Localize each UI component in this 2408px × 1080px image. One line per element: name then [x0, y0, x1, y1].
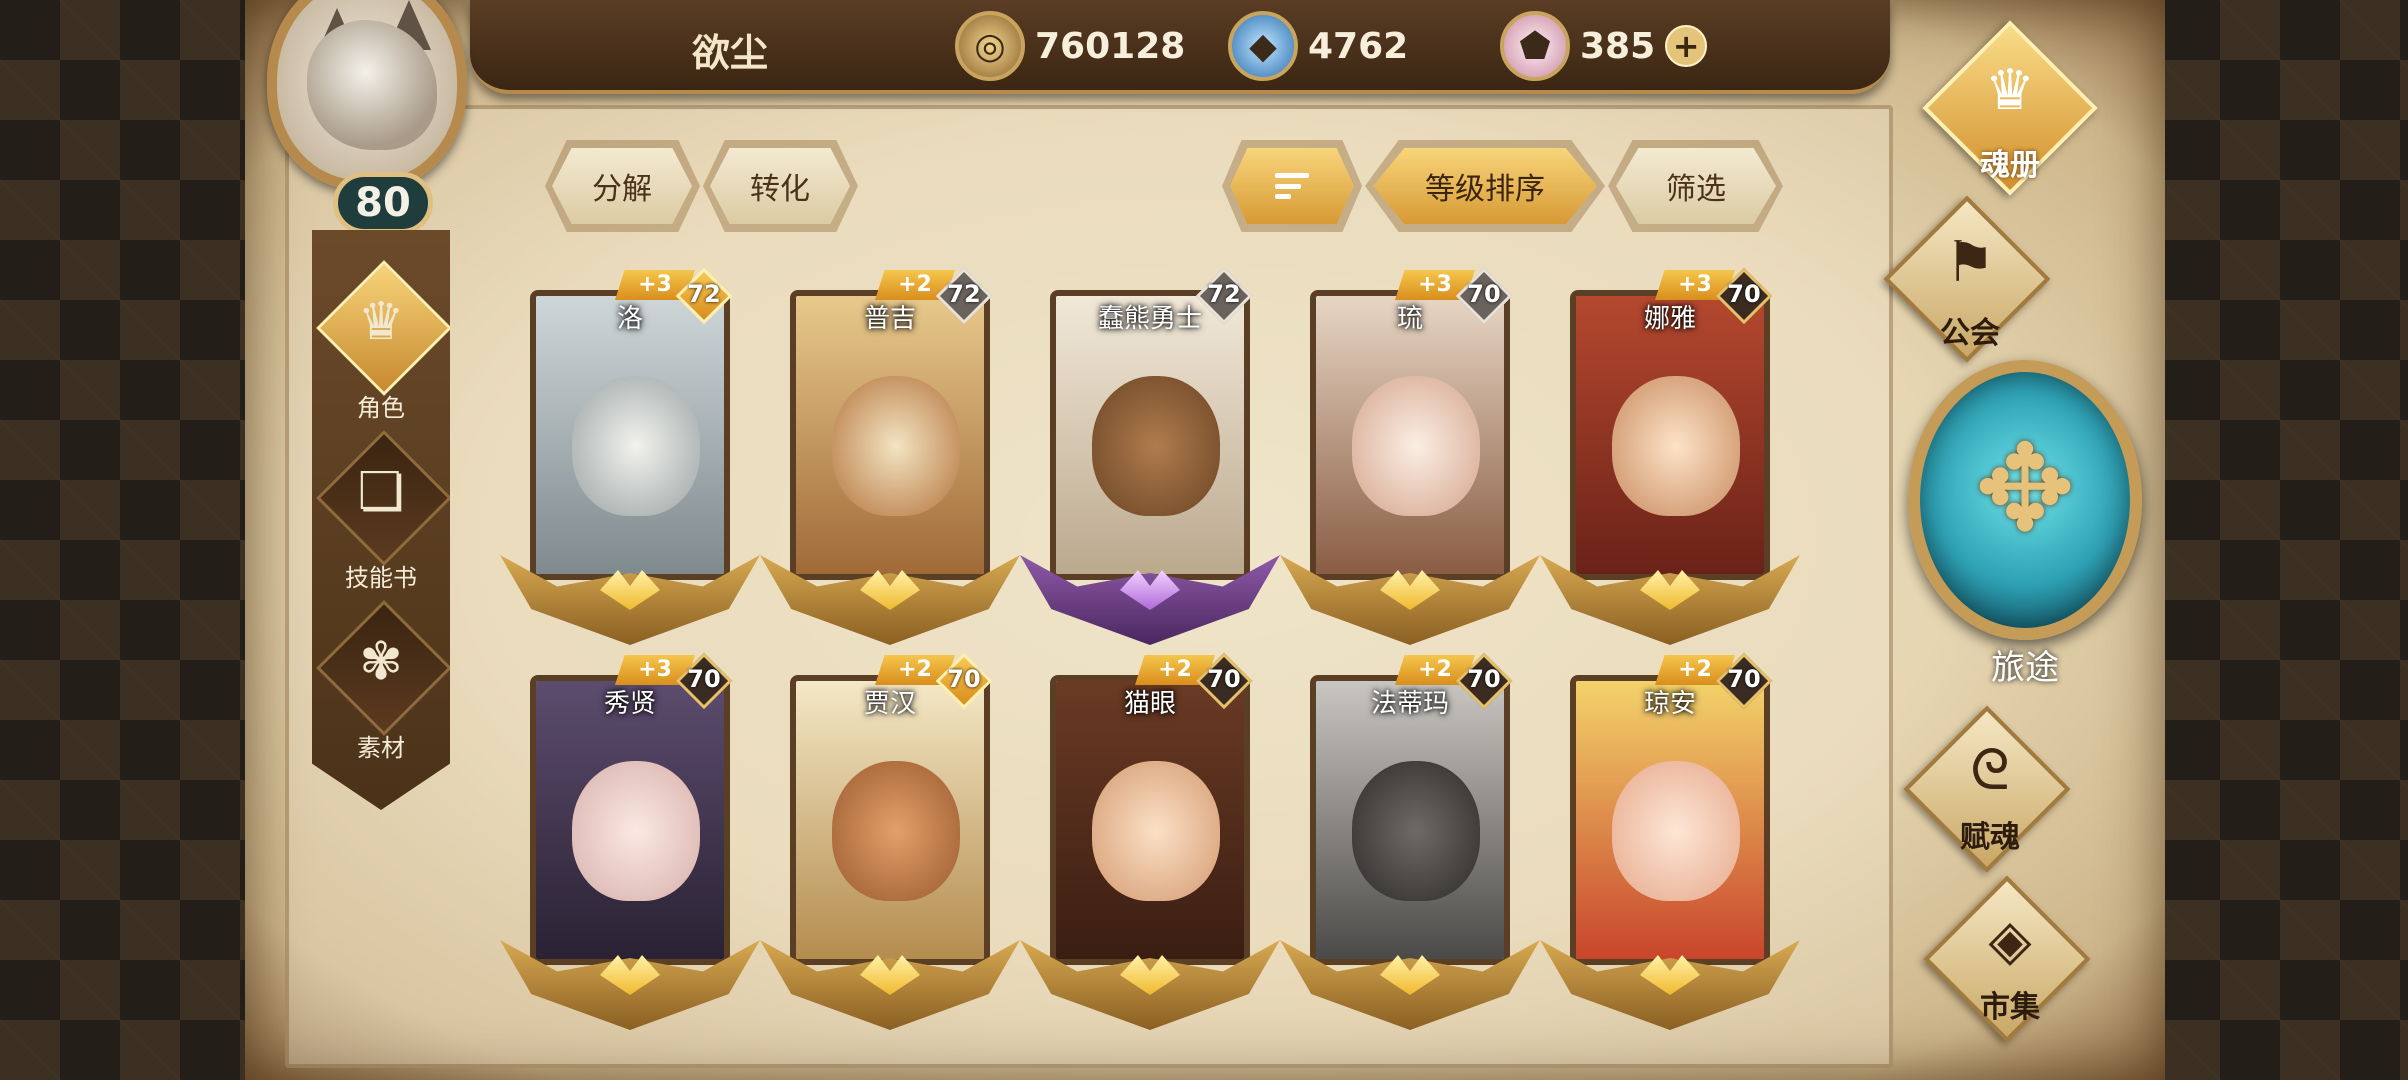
- hero-card[interactable]: 法蒂玛 +2 70: [1280, 652, 1540, 1035]
- pink-gem-icon: ⬟: [1500, 11, 1570, 81]
- hero-card[interactable]: 猫眼 +2 70: [1020, 652, 1280, 1035]
- guild-flag-icon: ⚑: [1944, 230, 1996, 295]
- avatar: [267, 0, 467, 190]
- hero-level-badge: 72: [675, 267, 733, 325]
- hero-level-badge: 72: [935, 267, 993, 325]
- crystal-currency: ◆ 4762: [1228, 8, 1408, 84]
- convert-button[interactable]: 转化: [710, 148, 850, 224]
- sort-order-button[interactable]: [1230, 148, 1354, 224]
- sort-list-icon: [1275, 173, 1309, 199]
- helm-icon: ♛: [1984, 58, 2036, 123]
- left-menu: ♛ 角色 ❏ 技能书 ✾ 素材: [312, 230, 450, 810]
- gem-shard-icon: ◈: [1988, 908, 2032, 973]
- hero-card[interactable]: 洛 +3 72: [500, 267, 760, 650]
- blue-crystal-icon: ◆: [1228, 11, 1298, 81]
- menu-item-material[interactable]: ✾ 素材: [312, 600, 450, 770]
- gem-currency: ⬟ 385 +: [1500, 8, 1708, 84]
- soul-grant-button[interactable]: ᘓ 赋魂: [1880, 705, 2100, 890]
- decompose-button[interactable]: 分解: [552, 148, 692, 224]
- right-background-pattern: [2160, 0, 2408, 1080]
- hero-level-badge: 70: [675, 652, 733, 710]
- hero-level-badge: 70: [1455, 267, 1513, 325]
- hero-card[interactable]: 蠢熊勇士 72: [1020, 267, 1280, 650]
- compass-emblem-icon: ✥: [1974, 420, 2076, 559]
- market-button[interactable]: ◈ 市集: [1900, 875, 2120, 1060]
- journey-button[interactable]: ✥ 旅途: [1900, 350, 2150, 688]
- gem-value: 385: [1580, 25, 1656, 67]
- hero-card[interactable]: 琉 +3 70: [1280, 267, 1540, 650]
- hero-level-badge: 70: [1195, 652, 1253, 710]
- gold-currency: ◎ 760128: [955, 8, 1185, 84]
- hero-level-badge: 70: [1455, 652, 1513, 710]
- player-name: 欲尘: [692, 31, 769, 75]
- hero-level-badge: 72: [1195, 267, 1253, 325]
- add-gem-button[interactable]: +: [1665, 25, 1708, 67]
- gold-value: 760128: [1035, 25, 1186, 67]
- hero-card[interactable]: 普吉 +2 72: [760, 267, 1020, 650]
- player-level-badge: 80: [333, 172, 433, 234]
- hero-card[interactable]: 琼安 +2 70: [1540, 652, 1800, 1035]
- skill-book-icon: ❏: [357, 462, 405, 522]
- hero-level-badge: 70: [935, 652, 993, 710]
- crystal-value: 4762: [1308, 25, 1409, 67]
- hero-card[interactable]: 娜雅 +3 70: [1540, 267, 1800, 650]
- flame-swirl-icon: ᘓ: [1970, 738, 2010, 803]
- gold-coin-icon: ◎: [955, 11, 1025, 81]
- hero-level-badge: 70: [1715, 267, 1773, 325]
- hero-card[interactable]: 秀贤 +3 70: [500, 652, 760, 1035]
- material-icon: ✾: [359, 632, 403, 692]
- soul-book-button[interactable]: ♛ 魂册: [1900, 20, 2120, 210]
- sort-by-level-button[interactable]: 等级排序: [1373, 148, 1597, 224]
- hero-card[interactable]: 贾汉 +2 70: [760, 652, 1020, 1035]
- player-avatar[interactable]: 80: [245, 0, 525, 234]
- filter-button[interactable]: 筛选: [1616, 148, 1776, 224]
- menu-item-character[interactable]: ♛ 角色: [312, 260, 450, 430]
- character-helm-icon: ♛: [357, 292, 405, 352]
- hero-level-badge: 70: [1715, 652, 1773, 710]
- left-background-pattern: [0, 0, 250, 1080]
- menu-item-skill-book[interactable]: ❏ 技能书: [312, 430, 450, 600]
